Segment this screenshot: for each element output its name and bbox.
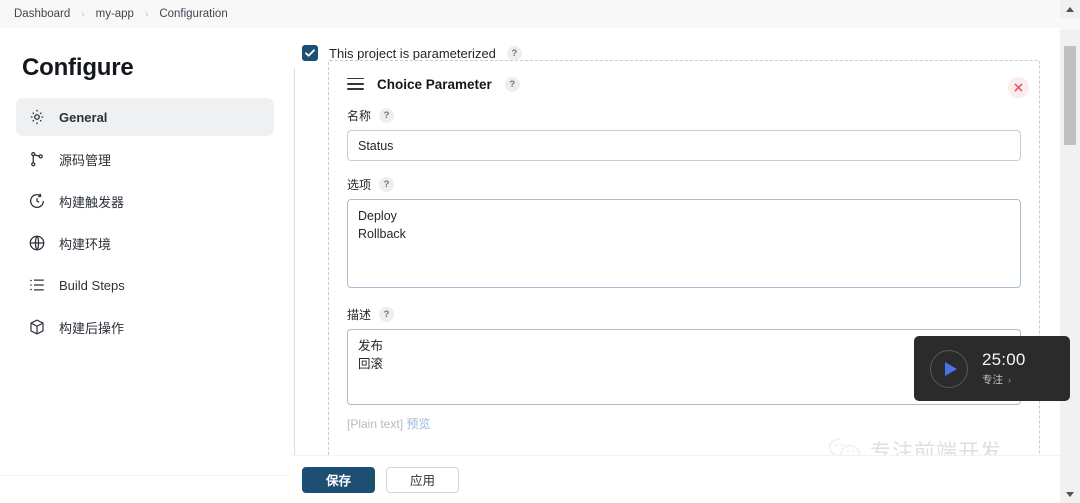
apply-button[interactable]: 应用 [386,467,459,493]
field-label-row: 描述 ? [347,306,1021,323]
field-label-row: 选项 ? [347,176,1021,193]
scrollbar-track-top[interactable] [1060,18,1080,30]
preview-link[interactable]: 预览 [406,417,430,431]
help-icon[interactable]: ? [507,46,522,61]
breadcrumb: Dashboard › my-app › Configuration [0,0,1060,28]
timer-subtitle: 专注 [982,372,1003,387]
field-label: 名称 [347,107,371,124]
plain-text-label: [Plain text] [347,417,403,431]
sidebar: Configure General 源码管理 [0,28,290,475]
help-icon[interactable]: ? [505,77,520,92]
delete-parameter-button[interactable] [1008,77,1029,98]
main-panel: This project is parameterized ? Choice P… [290,28,1060,475]
help-icon[interactable]: ? [379,108,394,123]
field-label: 选项 [347,176,371,193]
timer-subtitle-row[interactable]: 专注 › [982,372,1026,387]
drag-handle-icon[interactable] [347,78,364,91]
vertical-scrollbar[interactable] [1060,0,1080,503]
help-icon[interactable]: ? [379,307,394,322]
parameterized-checkbox[interactable] [302,45,318,61]
source-branch-icon [28,150,46,168]
scrollbar-thumb[interactable] [1064,46,1076,145]
app-root: GitHub 项目 Dashboard › my-app › Configura… [0,0,1080,503]
sidebar-item-post-build-actions[interactable]: 构建后操作 [16,308,274,346]
sidebar-item-build-triggers[interactable]: 构建触发器 [16,182,274,220]
field-name: 名称 ? [343,107,1025,161]
arrow-up-icon[interactable] [1060,0,1080,18]
sidebar-item-label: Build Steps [59,278,125,293]
parameterized-label: This project is parameterized [329,46,496,61]
sidebar-item-label: 构建环境 [59,234,111,253]
breadcrumb-separator-icon: › [145,9,148,20]
sidebar-item-source-management[interactable]: 源码管理 [16,140,274,178]
timer-time: 25:00 [982,350,1026,370]
package-icon [28,318,46,336]
sidebar-item-build-environment[interactable]: 构建环境 [16,224,274,262]
sidebar-item-label: 源码管理 [59,150,111,169]
save-button[interactable]: 保存 [302,467,375,493]
sidebar-item-label: General [59,110,107,125]
globe-icon [28,234,46,252]
field-choices: 选项 ? Deploy Rollback [343,176,1025,293]
arrow-down-icon[interactable] [1060,485,1080,503]
sidebar-item-general[interactable]: General [16,98,274,136]
clock-icon [28,192,46,210]
parameter-type-title: Choice Parameter [377,77,492,92]
form-guide-line [294,68,295,473]
breadcrumb-item-configuration[interactable]: Configuration [159,8,227,20]
parameter-name-input[interactable] [347,130,1021,161]
parameter-card-header: Choice Parameter ? [343,61,1025,107]
page-title: Configure [0,28,290,98]
form-action-bar: 保存 应用 [290,455,1060,503]
breadcrumb-item-dashboard[interactable]: Dashboard [14,8,70,20]
play-icon[interactable] [930,350,968,388]
sidebar-item-label: 构建后操作 [59,318,124,337]
parameter-card: Choice Parameter ? 名称 ? 选项 ? [328,60,1040,475]
sidebar-nav: General 源码管理 [0,98,290,346]
chevron-right-icon: › [1008,375,1011,385]
timer-text-group: 25:00 专注 › [982,350,1026,387]
parameter-choices-textarea[interactable]: Deploy Rollback [347,199,1021,288]
field-label: 描述 [347,306,371,323]
breadcrumb-item-my-app[interactable]: my-app [96,8,134,20]
field-label-row: 名称 ? [347,107,1021,124]
help-icon[interactable]: ? [379,177,394,192]
parameterized-checkbox-row: This project is parameterized ? [302,45,1060,61]
gear-icon [28,108,46,126]
list-steps-icon [28,276,46,294]
plain-text-note: [Plain text] 预览 [343,415,1025,432]
breadcrumb-separator-icon: › [81,9,84,20]
sidebar-item-build-steps[interactable]: Build Steps [16,266,274,304]
sidebar-item-label: 构建触发器 [59,192,124,211]
focus-timer-widget[interactable]: 25:00 专注 › [914,336,1070,401]
